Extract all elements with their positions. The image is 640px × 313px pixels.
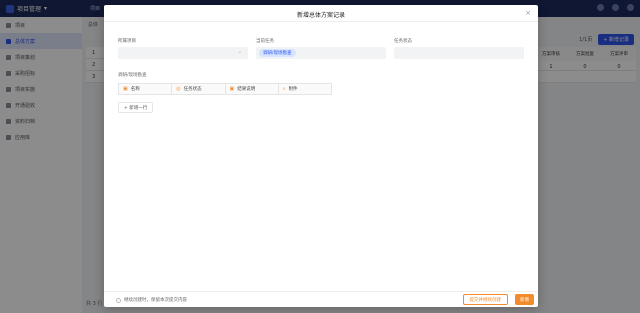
project-field: 所属项目 ⌄ (118, 38, 248, 59)
task-tag: 调研/现场勘查 (259, 49, 296, 57)
task-label: 当前任务 (256, 39, 274, 44)
keep-content-label: 继续创建时，保留本次提交内容 (124, 298, 187, 303)
status-label: 任务状态 (394, 39, 412, 44)
column-label: 结果说明 (237, 87, 256, 92)
column-result[interactable]: ▣ 结果说明 (226, 84, 279, 94)
column-label: 名称 (130, 87, 140, 92)
text-icon: ▣ (123, 86, 128, 92)
project-label: 所属项目 (118, 39, 136, 44)
project-select[interactable]: ⌄ (118, 47, 248, 59)
status-field: 任务状态 (394, 38, 524, 59)
task-select[interactable]: 调研/现场勘查 (256, 47, 386, 59)
status-icon: ◎ (176, 86, 181, 92)
dialog-title: 新增总体方案记录 (296, 12, 345, 19)
status-input[interactable] (394, 47, 524, 59)
column-label: 任务状态 (183, 87, 202, 92)
submit-and-continue-button[interactable]: 提交并继续创建 (462, 294, 508, 305)
keep-content-checkbox[interactable] (116, 297, 121, 303)
chevron-down-icon: ⌄ (237, 49, 242, 55)
column-label: 附件 (288, 87, 298, 92)
new-record-dialog: 新增总体方案记录 × 所属项目 ⌄ 当前任务 调研/现场勘查 任务状态 调研/现… (104, 5, 538, 307)
task-field: 当前任务 调研/现场勘查 (256, 38, 386, 59)
column-attachment[interactable]: ⌕ 附件 (279, 84, 331, 94)
column-task-status[interactable]: ◎ 任务状态 (172, 84, 226, 94)
close-icon[interactable]: × (525, 10, 531, 17)
add-row-button[interactable]: + 新增一行 (118, 102, 154, 113)
column-name[interactable]: ▣ 名称 (119, 84, 173, 94)
keep-content-option[interactable]: 继续创建时，保留本次提交内容 (116, 297, 187, 303)
submit-button[interactable]: 新增 (515, 294, 534, 305)
dialog-footer: 继续创建时，保留本次提交内容 提交并继续创建 新增 (104, 291, 538, 307)
subtable-label: 调研/现场勘查 (118, 73, 147, 78)
text-icon: ▣ (229, 86, 235, 92)
subtable-header: ▣ 名称 ◎ 任务状态 ▣ 结果说明 ⌕ 附件 (118, 83, 332, 95)
dialog-header: 新增总体方案记录 × (104, 5, 538, 22)
paperclip-icon: ⌕ (282, 86, 286, 92)
